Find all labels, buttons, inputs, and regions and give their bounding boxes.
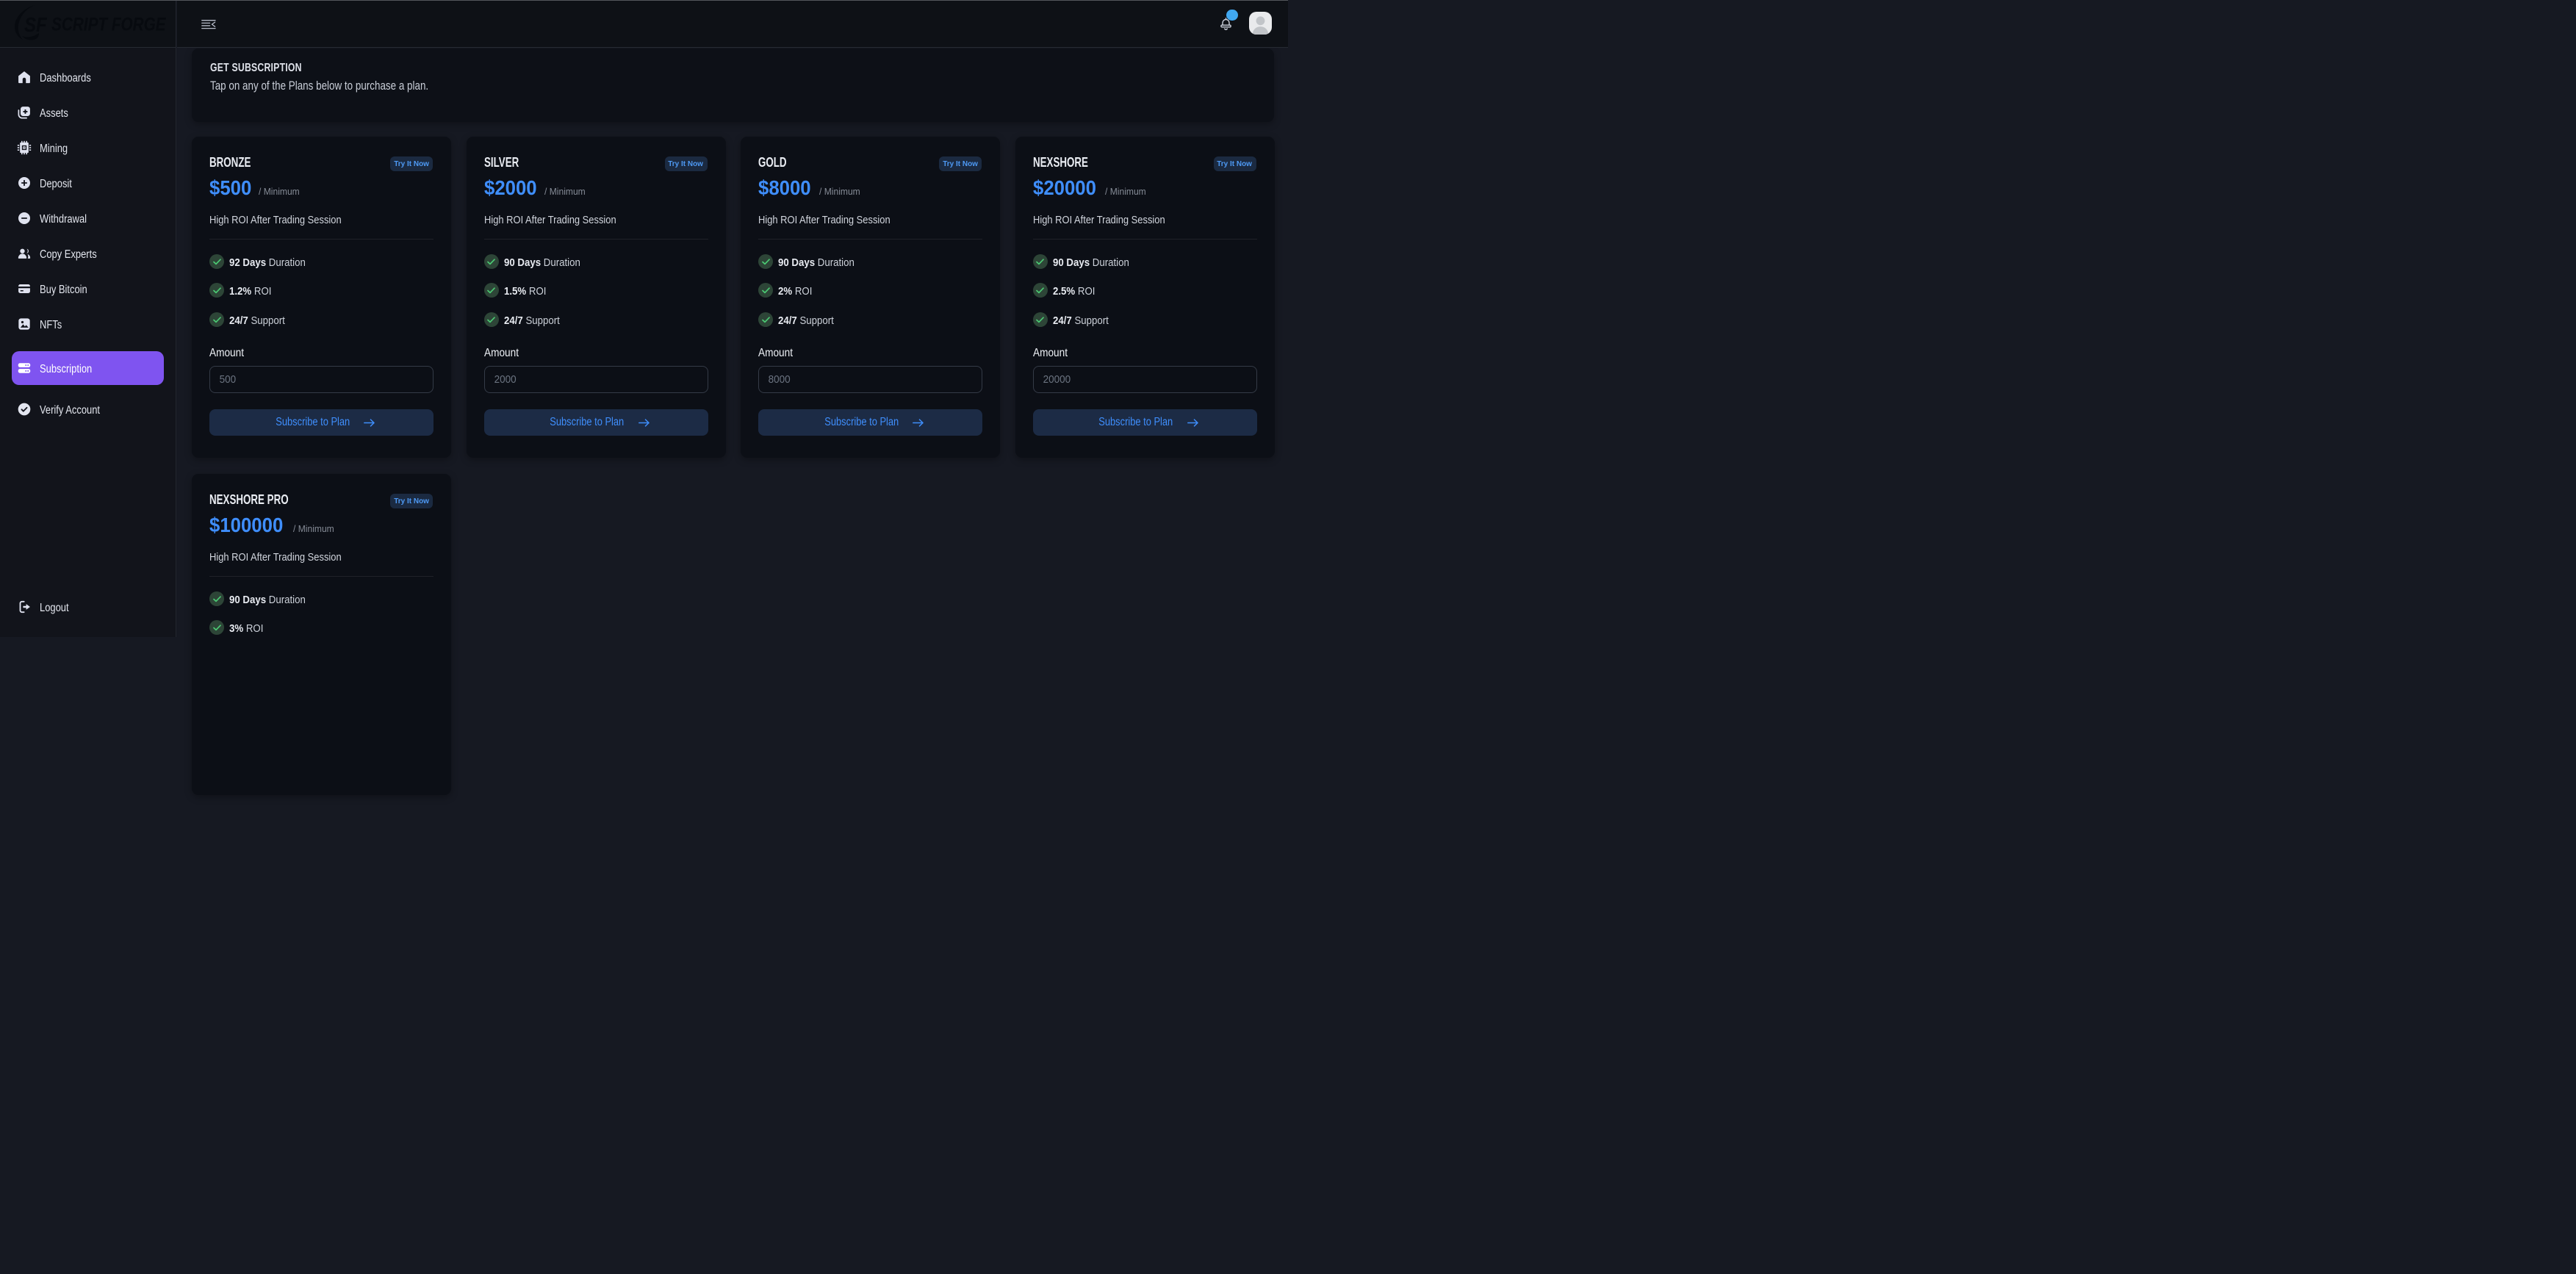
svg-text:SCRIPT FORGE: SCRIPT FORGE: [51, 14, 166, 35]
svg-text:SF: SF: [24, 12, 48, 36]
